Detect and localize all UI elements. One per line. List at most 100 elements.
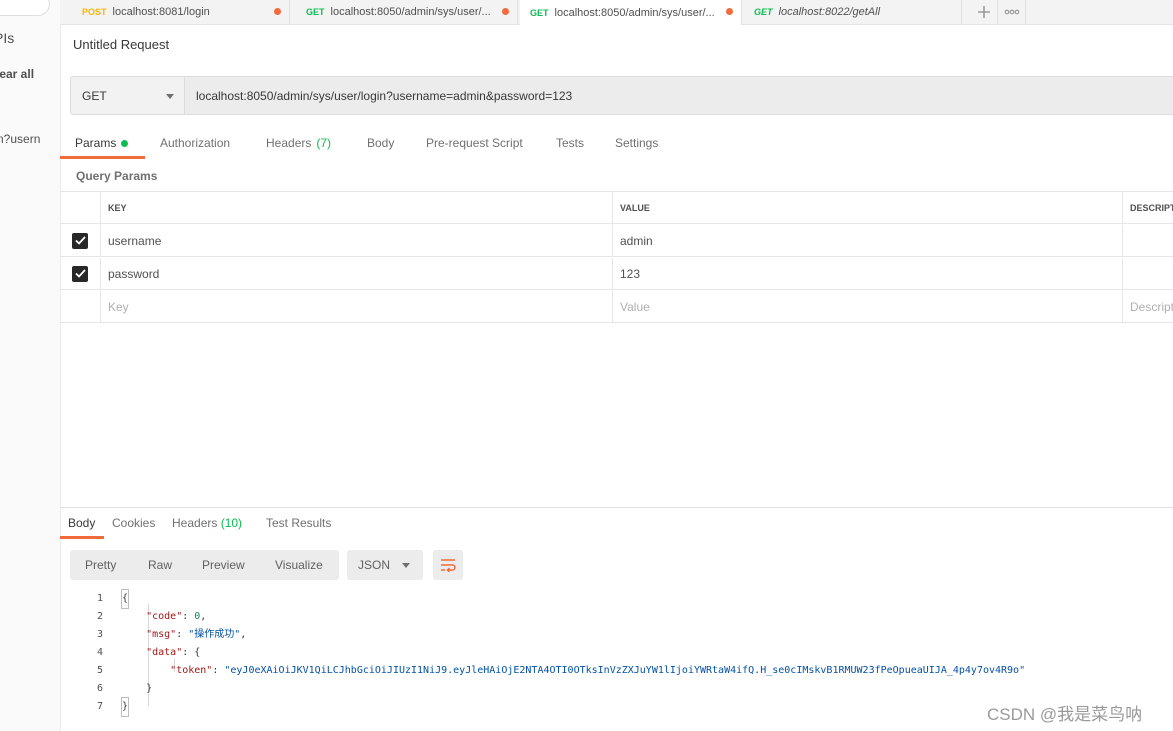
tab-authorization[interactable]: Authorization — [160, 128, 230, 158]
param-description[interactable] — [1122, 258, 1173, 289]
request-title[interactable]: Untitled Request — [73, 37, 169, 52]
code-text: "code": 0, — [146, 611, 207, 622]
line-number: 6 — [96, 683, 103, 694]
table-row: username admin — [60, 224, 1173, 257]
wrap-lines-icon — [441, 559, 456, 572]
view-mode-group: Pretty Raw Preview Visualize — [70, 550, 339, 580]
response-active-indicator — [60, 536, 104, 539]
tab-label: Pre-request Script — [426, 136, 523, 150]
response-tab-cookies[interactable]: Cookies — [112, 516, 155, 530]
row-checkbox-cell — [60, 291, 100, 322]
request-tab-bar: POST localhost:8081/login GET localhost:… — [60, 0, 1173, 25]
table-row: password 123 — [60, 257, 1173, 290]
tab-headers[interactable]: Headers (7) — [266, 128, 331, 158]
wrap-lines-button[interactable] — [433, 550, 463, 580]
active-dot-icon — [121, 139, 129, 147]
tab-options-button[interactable] — [998, 0, 1026, 24]
response-divider[interactable] — [60, 507, 1173, 508]
more-icon — [1004, 9, 1019, 15]
format-value: JSON — [358, 558, 391, 572]
param-description[interactable] — [1122, 225, 1173, 256]
code-line: 6 } — [60, 680, 1173, 698]
history-item[interactable]: n?usern — [0, 132, 40, 146]
column-header-key: KEY — [100, 192, 612, 223]
url-input[interactable]: localhost:8050/admin/sys/user/login?user… — [185, 76, 1173, 115]
method-badge: GET — [530, 7, 549, 18]
code-line: 3 "msg": "操作成功", — [60, 626, 1173, 644]
line-number: 2 — [96, 611, 103, 622]
response-tab-test-results[interactable]: Test Results — [266, 516, 331, 530]
tab-label: Headers — [266, 136, 312, 150]
json-string: "操作成功" — [188, 629, 241, 640]
response-tab-headers[interactable]: Headers (10) — [172, 516, 242, 530]
code-text: "token": "eyJ0eXAiOiJKV1QiLCJhbGciOiJIUz… — [170, 665, 1026, 676]
line-number: 4 — [96, 647, 103, 658]
method-value: GET — [82, 88, 107, 103]
line-number: 7 — [96, 701, 103, 712]
tab-url: localhost:8081/login — [112, 6, 210, 18]
header-spacer — [60, 192, 100, 223]
params-table: KEY VALUE DESCRIPT username admin passwo… — [60, 191, 1173, 323]
line-number: 3 — [96, 629, 103, 640]
param-value[interactable]: 123 — [612, 258, 1122, 289]
method-select[interactable]: GET — [70, 76, 185, 115]
request-tab[interactable]: GET localhost:8050/admin/sys/user/... — [296, 0, 518, 24]
method-badge: GET — [306, 7, 325, 17]
tab-tests[interactable]: Tests — [556, 128, 584, 158]
param-key-placeholder[interactable]: Key — [100, 291, 612, 322]
new-tab-button[interactable] — [970, 0, 998, 24]
request-tab-active[interactable]: GET localhost:8050/admin/sys/user/... — [520, 0, 742, 25]
response-tab-body[interactable]: Body — [68, 516, 95, 530]
request-tab[interactable]: GET localhost:8022/getAll — [744, 0, 962, 24]
tab-label: Tests — [556, 136, 585, 150]
clear-all-link[interactable]: lear all — [0, 67, 34, 81]
param-description-placeholder[interactable]: Descripti — [1122, 291, 1173, 322]
method-badge: GET — [754, 7, 773, 17]
response-body-editor[interactable]: 1 { 2 "code": 0, 3 "msg": "操作成功", 4 "dat… — [60, 589, 1173, 717]
table-row-new: Key Value Descripti — [60, 290, 1173, 323]
raw-button[interactable]: Raw — [148, 550, 172, 580]
code-line: 1 { — [60, 589, 1173, 609]
tab-prerequest-script[interactable]: Pre-request Script — [426, 128, 523, 158]
sidebar: PIs lear all n?usern — [0, 0, 61, 731]
checkbox[interactable] — [72, 232, 88, 249]
param-value[interactable]: admin — [612, 225, 1122, 256]
column-header-description: DESCRIPT — [1122, 192, 1173, 223]
code-line: 4 "data": { — [60, 644, 1173, 662]
plus-icon — [977, 6, 990, 18]
json-key: "data" — [146, 647, 183, 658]
url-value: localhost:8050/admin/sys/user/login?user… — [196, 88, 573, 103]
json-string: "eyJ0eXAiOiJKV1QiLCJhbGciOiJIUzI1NiJ9.ey… — [224, 665, 1026, 676]
tab-body[interactable]: Body — [367, 128, 394, 158]
chevron-down-icon — [402, 563, 410, 568]
tab-settings[interactable]: Settings — [615, 128, 658, 158]
visualize-button[interactable]: Visualize — [275, 550, 323, 580]
tab-url: localhost:8050/admin/sys/user/... — [554, 6, 715, 19]
param-value-placeholder[interactable]: Value — [612, 291, 1122, 322]
code-line: 2 "code": 0, — [60, 608, 1173, 626]
active-tab-indicator — [60, 156, 145, 159]
tab-params[interactable]: Params — [75, 128, 129, 158]
tab-label: Params — [75, 136, 117, 150]
json-number: 0 — [194, 611, 201, 622]
tab-label: Body — [367, 136, 395, 150]
checkbox[interactable] — [72, 265, 88, 282]
sidebar-search-pill[interactable] — [0, 0, 50, 16]
row-checkbox-cell — [60, 258, 100, 289]
query-params-label: Query Params — [76, 169, 158, 183]
pretty-button[interactable]: Pretty — [85, 550, 116, 580]
unsaved-dot-icon — [726, 8, 733, 15]
param-key[interactable]: username — [100, 225, 612, 256]
watermark: CSDN @我是菜鸟呐 — [987, 705, 1143, 724]
unsaved-dot-icon — [502, 8, 509, 15]
headers-count: (10) — [220, 516, 243, 530]
checkmark-icon — [74, 236, 86, 245]
format-select[interactable]: JSON — [347, 550, 423, 580]
param-key[interactable]: password — [100, 258, 612, 289]
request-tab[interactable]: POST localhost:8081/login — [72, 0, 290, 24]
code-text: "data": { — [146, 647, 201, 658]
preview-button[interactable]: Preview — [202, 550, 245, 580]
json-key: "code" — [146, 611, 183, 622]
code-text: "msg": "操作成功", — [146, 629, 247, 640]
sidebar-apis-tab[interactable]: PIs — [0, 30, 14, 46]
